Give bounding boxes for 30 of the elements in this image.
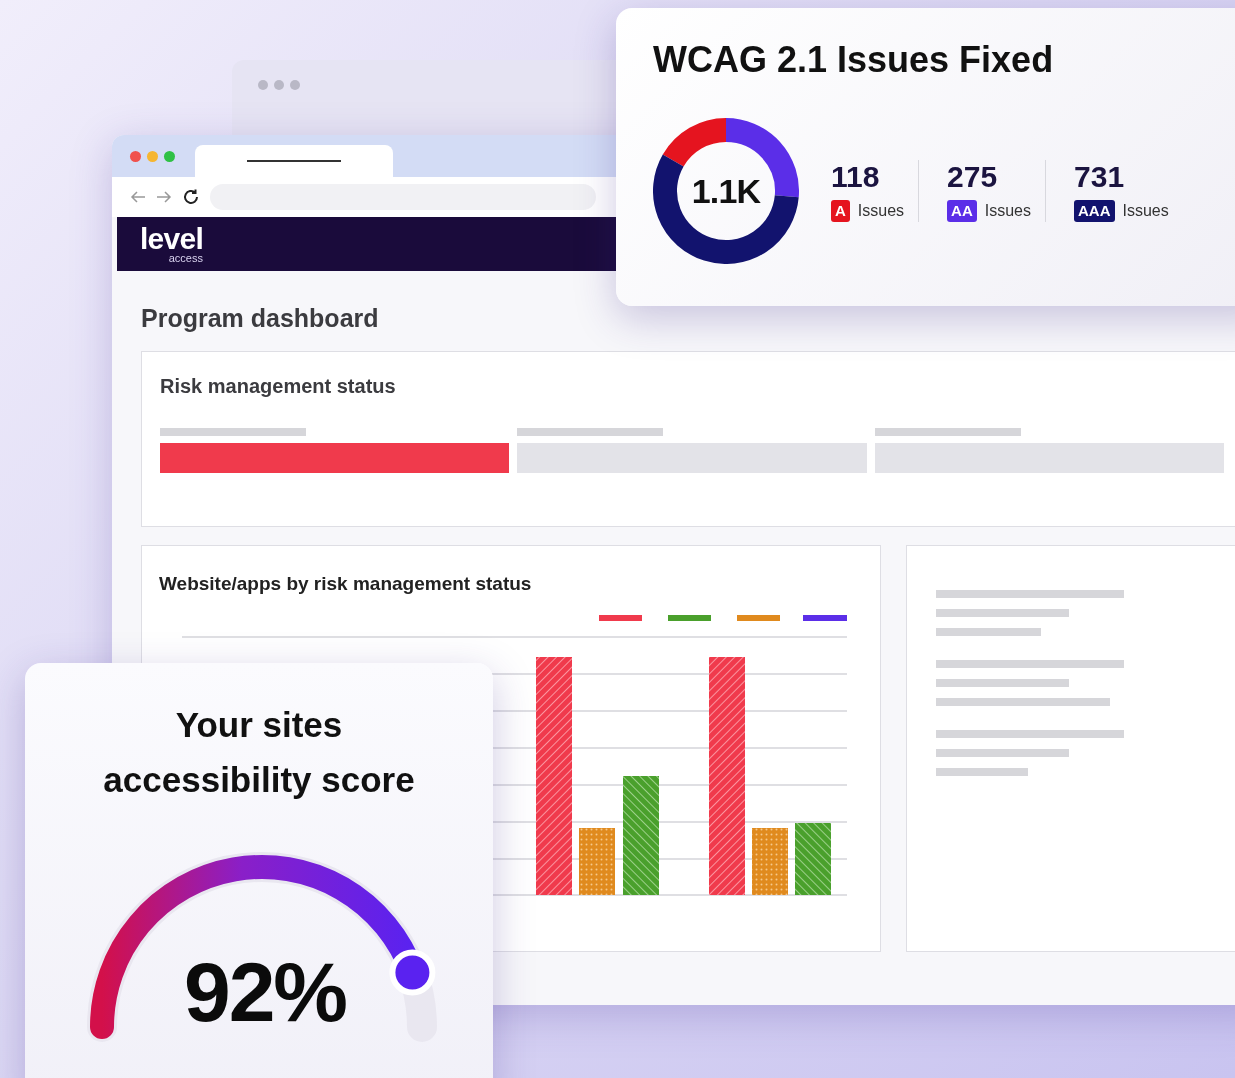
issue-count: 275: [947, 160, 999, 194]
issues-label: Issues: [1122, 201, 1169, 221]
card-title: WCAG 2.1 Issues Fixed: [653, 38, 1055, 82]
legend-swatch: [599, 615, 642, 621]
legend-swatch: [803, 615, 847, 621]
legend-swatch: [668, 615, 711, 621]
level-badge: AA: [947, 200, 977, 222]
logo-subtitle: access: [168, 252, 203, 264]
chart-bar: [752, 828, 788, 895]
gauge-knob: [389, 949, 436, 996]
issues-label: Issues: [857, 201, 905, 221]
reload-icon[interactable]: [182, 188, 200, 206]
legend-swatch: [737, 615, 780, 621]
forward-arrow-icon[interactable]: [156, 190, 172, 204]
level-badge: A: [831, 200, 850, 222]
score-value: 92%: [183, 947, 347, 1037]
panel-title: Risk management status: [160, 374, 397, 398]
level-badge: AAA: [1074, 200, 1115, 222]
page-title: Program dashboard: [141, 303, 380, 333]
back-arrow-icon[interactable]: [130, 190, 146, 204]
issue-count: 731: [1074, 160, 1126, 194]
card-title: Your sites accessibility score: [102, 704, 416, 801]
logo-wordmark: level: [140, 224, 203, 253]
chart-bar: [579, 828, 615, 895]
panel-title: Website/apps by risk management status: [159, 572, 533, 596]
issue-count: 118: [831, 160, 881, 194]
issues-label: Issues: [984, 201, 1031, 221]
browser-tab[interactable]: [195, 145, 393, 177]
chart-bar: [795, 823, 831, 895]
donut-total: 1.1K: [690, 172, 762, 210]
